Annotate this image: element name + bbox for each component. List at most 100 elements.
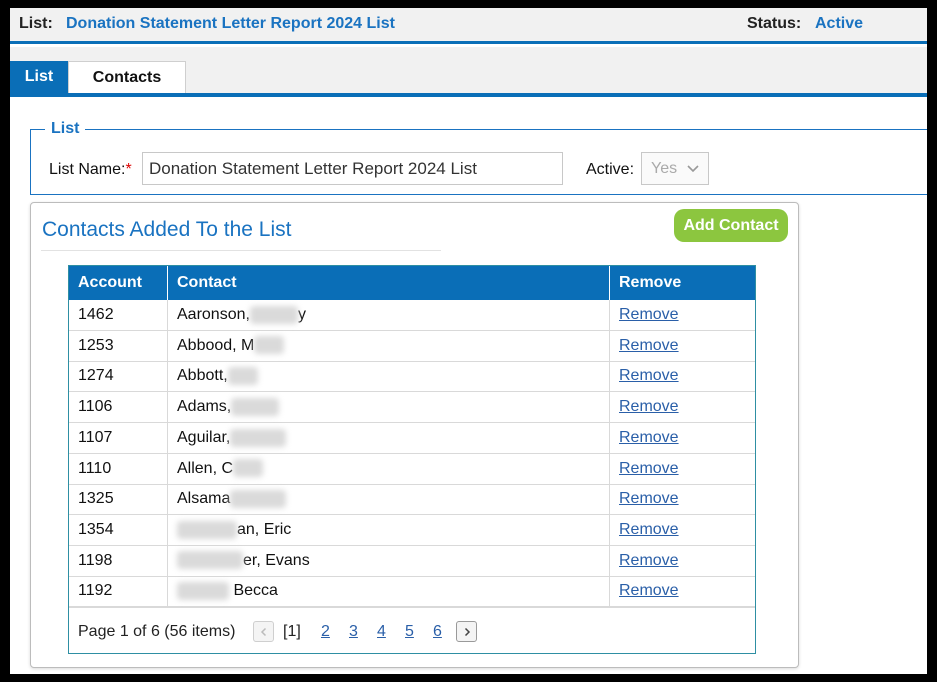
remove-cell: Remove — [609, 514, 755, 545]
list-name-input[interactable] — [142, 152, 563, 185]
column-header-account[interactable]: Account — [69, 266, 167, 300]
pager-page-5[interactable]: 5 — [405, 623, 414, 641]
redacted-name — [177, 582, 229, 601]
remove-link[interactable]: Remove — [619, 521, 679, 538]
app-window: List: Donation Statement Letter Report 2… — [10, 8, 927, 674]
account-cell: 1354 — [78, 520, 114, 538]
account-cell: 1198 — [78, 551, 113, 569]
active-select-value: Yes — [651, 159, 678, 177]
remove-link[interactable]: Remove — [619, 398, 679, 415]
list-header-bar: List: Donation Statement Letter Report 2… — [10, 8, 927, 44]
remove-cell: Remove — [609, 484, 755, 515]
contact-cell: er, Evans — [167, 545, 609, 576]
contact-name-visible: y — [297, 306, 306, 323]
contacts-grid: Account Contact Remove 1462 Aaronson, y Rem… — [68, 265, 756, 654]
grid-header: Account Contact Remove — [69, 266, 755, 300]
contact-name-visible: er, Evans — [243, 551, 310, 569]
table-row: 1325 Alsama Remove — [69, 484, 755, 516]
remove-cell: Remove — [609, 453, 755, 484]
list-title: Donation Statement Letter Report 2024 Li… — [66, 15, 395, 32]
active-select[interactable]: Yes — [641, 152, 709, 185]
redacted-name — [230, 428, 287, 447]
pager-page-3[interactable]: 3 — [349, 623, 358, 641]
panel-title: Contacts Added To the List — [42, 218, 292, 241]
remove-cell: Remove — [609, 576, 755, 607]
table-row: 1106 Adams, Remove — [69, 392, 755, 424]
redacted-name — [230, 489, 287, 508]
contact-cell: Alsama — [167, 484, 609, 515]
contact-name-visible: Adams, — [177, 398, 232, 416]
redacted-name — [254, 336, 285, 355]
column-header-contact[interactable]: Contact — [167, 266, 609, 300]
account-cell: 1106 — [78, 398, 113, 416]
redacted-name — [249, 305, 298, 324]
remove-link[interactable]: Remove — [619, 582, 679, 599]
contact-name-visible: Aaronson, — [177, 306, 250, 323]
remove-cell: Remove — [609, 300, 755, 330]
remove-cell: Remove — [609, 545, 755, 576]
contact-cell: Aguilar, — [167, 422, 609, 453]
chevron-left-icon — [260, 627, 266, 636]
remove-link[interactable]: Remove — [619, 552, 679, 569]
remove-link[interactable]: Remove — [619, 306, 679, 323]
pager-page-2[interactable]: 2 — [321, 623, 330, 641]
grid-pager: Page 1 of 6 (56 items) [1] 2 3 4 5 6 — [69, 607, 755, 654]
tab-list[interactable]: List — [10, 61, 68, 93]
contacts-panel: Contacts Added To the List Add Contact A… — [30, 202, 799, 668]
tab-contacts[interactable]: Contacts — [68, 61, 186, 93]
account-cell: 1192 — [78, 582, 113, 600]
table-row: 1110 Allen, C Remove — [69, 453, 755, 485]
remove-link[interactable]: Remove — [619, 429, 679, 446]
contact-name-visible: Abbood, M — [177, 336, 255, 354]
status-label: Status: — [747, 15, 802, 32]
list-label: List: — [19, 15, 53, 32]
remove-link[interactable]: Remove — [619, 337, 679, 354]
account-cell: 1110 — [78, 459, 112, 477]
column-header-remove: Remove — [609, 266, 755, 300]
table-row: 1253 Abbood, M Remove — [69, 330, 755, 362]
pager-page-6[interactable]: 6 — [433, 623, 442, 641]
contact-cell: Allen, C — [167, 453, 609, 484]
pager-page-4[interactable]: 4 — [377, 623, 386, 641]
pager-prev-button[interactable] — [253, 621, 274, 642]
redacted-name — [177, 551, 243, 570]
chevron-right-icon — [464, 627, 470, 636]
panel-divider — [41, 250, 441, 251]
contact-name-visible: Allen, C — [177, 459, 234, 477]
list-name-label: List Name:* — [49, 161, 132, 178]
contact-name-visible: Becca — [229, 582, 278, 600]
pager-current-page: [1] — [283, 623, 301, 640]
contact-cell: Abbood, M — [167, 330, 609, 361]
tab-strip: List Contacts — [10, 47, 927, 97]
table-row: 1198 er, Evans Remove — [69, 545, 755, 577]
table-row: 1462 Aaronson, y Remove — [69, 300, 755, 331]
table-row: 1192 Becca Remove — [69, 576, 755, 608]
contact-cell: Adams, — [167, 392, 609, 423]
remove-link[interactable]: Remove — [619, 367, 679, 384]
account-cell: 1274 — [78, 367, 114, 385]
list-fieldset: List List Name:* Active: Yes — [30, 120, 927, 195]
contact-name-visible: Alsama — [177, 490, 231, 508]
remove-link[interactable]: Remove — [619, 460, 679, 477]
redacted-name — [227, 367, 258, 386]
contact-name-visible: an, Eric — [237, 520, 292, 538]
table-row: 1354 an, Eric Remove — [69, 514, 755, 546]
status-value: Active — [815, 15, 864, 32]
fieldset-legend: List — [45, 120, 86, 138]
contact-cell: Aaronson, y — [167, 300, 609, 330]
table-row: 1107 Aguilar, Remove — [69, 422, 755, 454]
account-cell: 1107 — [78, 428, 113, 446]
add-contact-button[interactable]: Add Contact — [674, 209, 788, 242]
remove-cell: Remove — [609, 392, 755, 423]
account-cell: 1325 — [78, 490, 114, 508]
contact-cell: an, Eric — [167, 514, 609, 545]
redacted-name — [231, 397, 280, 416]
remove-cell: Remove — [609, 361, 755, 392]
pager-next-button[interactable] — [456, 621, 477, 642]
account-cell: 1462 — [78, 306, 114, 323]
remove-link[interactable]: Remove — [619, 490, 679, 507]
contact-cell: Becca — [167, 576, 609, 607]
redacted-name — [233, 459, 264, 478]
chevron-down-icon — [687, 165, 699, 173]
contact-name-visible: Abbott, — [177, 367, 228, 385]
